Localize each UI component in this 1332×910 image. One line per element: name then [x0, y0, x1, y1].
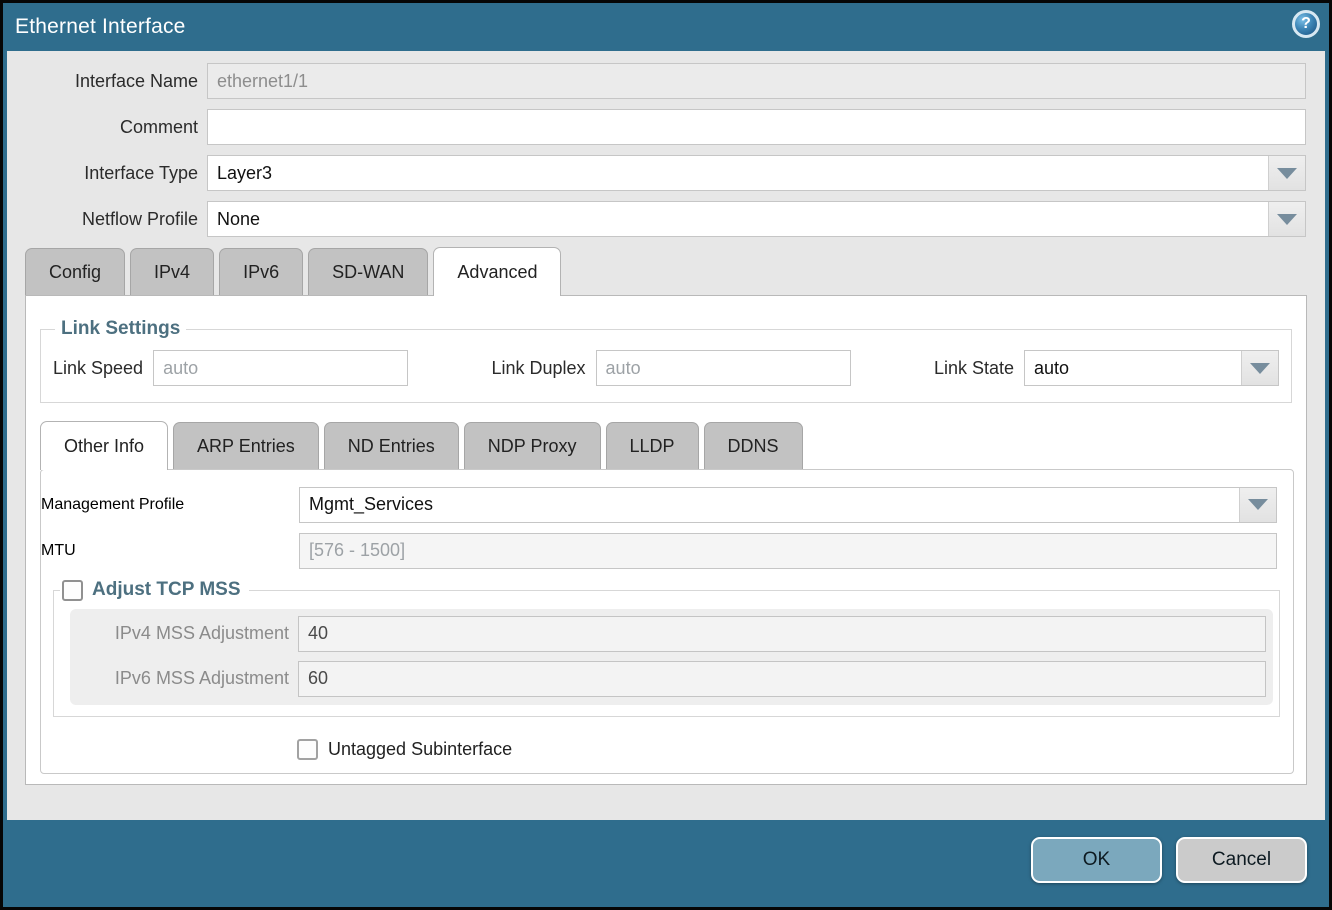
netflow-profile-value: None — [208, 202, 1268, 236]
chevron-down-icon — [1277, 168, 1297, 179]
ipv4-mss-row: IPv4 MSS Adjustment — [70, 616, 1266, 651]
help-icon[interactable]: ? — [1292, 10, 1320, 38]
interface-name-field — [207, 63, 1306, 99]
netflow-profile-select[interactable]: None — [207, 201, 1306, 237]
link-settings-group: Link Settings Link Speed Link Duplex Lin… — [40, 318, 1292, 403]
ipv4-mss-field — [298, 616, 1266, 652]
adjust-tcp-mss-checkbox[interactable] — [62, 580, 83, 601]
link-state-select[interactable]: auto — [1024, 350, 1279, 386]
other-info-panel: Management Profile Mgmt_Services MTU — [40, 469, 1294, 774]
interface-name-label: Interface Name — [7, 71, 207, 92]
link-speed-label: Link Speed — [53, 358, 153, 379]
mss-disabled-box: IPv4 MSS Adjustment IPv6 MSS Adjustment — [70, 609, 1273, 705]
advanced-tab-panel: Link Settings Link Speed Link Duplex Lin… — [25, 295, 1307, 785]
ipv6-mss-row: IPv6 MSS Adjustment — [70, 661, 1266, 696]
management-profile-row: Management Profile Mgmt_Services — [41, 487, 1277, 522]
ipv6-mss-label: IPv6 MSS Adjustment — [70, 668, 298, 689]
tab-advanced[interactable]: Advanced — [433, 247, 561, 296]
link-settings-row: Link Speed Link Duplex Link State auto — [49, 340, 1283, 388]
link-state-dropdown-button[interactable] — [1241, 351, 1278, 385]
link-state-value: auto — [1025, 351, 1241, 385]
ipv4-mss-label: IPv4 MSS Adjustment — [70, 623, 298, 644]
netflow-profile-label: Netflow Profile — [7, 209, 207, 230]
interface-name-row: Interface Name — [7, 63, 1306, 99]
tab-ipv4[interactable]: IPv4 — [130, 248, 214, 295]
tab-config[interactable]: Config — [25, 248, 125, 295]
link-duplex-item: Link Duplex — [491, 350, 850, 386]
cancel-button[interactable]: Cancel — [1176, 837, 1307, 883]
comment-label: Comment — [7, 117, 207, 138]
mtu-field[interactable] — [299, 533, 1277, 569]
tab-nd-entries[interactable]: ND Entries — [324, 422, 459, 469]
link-state-label: Link State — [934, 358, 1024, 379]
mtu-label: MTU — [41, 542, 299, 560]
link-speed-item: Link Speed — [53, 350, 408, 386]
interface-type-dropdown-button[interactable] — [1268, 156, 1305, 190]
untagged-subinterface-label: Untagged Subinterface — [328, 739, 512, 760]
dialog-titlebar: Ethernet Interface ? — [3, 3, 1329, 51]
interface-type-label: Interface Type — [7, 163, 207, 184]
dialog-title: Ethernet Interface — [15, 15, 186, 39]
netflow-profile-dropdown-button[interactable] — [1268, 202, 1305, 236]
tab-ipv6[interactable]: IPv6 — [219, 248, 303, 295]
comment-row: Comment — [7, 109, 1306, 145]
comment-field[interactable] — [207, 109, 1306, 145]
tab-arp-entries[interactable]: ARP Entries — [173, 422, 319, 469]
link-state-item: Link State auto — [934, 350, 1279, 386]
management-profile-dropdown-button[interactable] — [1239, 488, 1276, 522]
ok-button[interactable]: OK — [1031, 837, 1162, 883]
untagged-subinterface-row: Untagged Subinterface — [297, 739, 1293, 760]
chevron-down-icon — [1248, 499, 1268, 510]
mtu-row: MTU — [41, 533, 1277, 568]
primary-tabstrip: Config IPv4 IPv6 SD-WAN Advanced — [7, 247, 1325, 295]
adjust-tcp-mss-legend: Adjust TCP MSS — [60, 579, 249, 601]
adjust-tcp-mss-group: Adjust TCP MSS IPv4 MSS Adjustment IPv6 … — [53, 579, 1280, 717]
tab-lldp[interactable]: LLDP — [606, 422, 699, 469]
ipv6-mss-field — [298, 661, 1266, 697]
tab-sdwan[interactable]: SD-WAN — [308, 248, 428, 295]
tab-other-info[interactable]: Other Info — [40, 421, 168, 470]
netflow-profile-row: Netflow Profile None — [7, 201, 1306, 237]
management-profile-value: Mgmt_Services — [300, 488, 1239, 522]
interface-type-value: Layer3 — [208, 156, 1268, 190]
secondary-tabstrip: Other Info ARP Entries ND Entries NDP Pr… — [26, 421, 1306, 469]
interface-type-row: Interface Type Layer3 — [7, 155, 1306, 191]
chevron-down-icon — [1250, 363, 1270, 374]
chevron-down-icon — [1277, 214, 1297, 225]
untagged-subinterface-checkbox[interactable] — [297, 739, 318, 760]
link-settings-legend: Link Settings — [55, 318, 186, 340]
management-profile-label: Management Profile — [41, 496, 299, 514]
dialog-footer: OK Cancel — [3, 820, 1329, 907]
link-duplex-field[interactable] — [596, 350, 851, 386]
tab-ddns[interactable]: DDNS — [704, 422, 803, 469]
interface-type-select[interactable]: Layer3 — [207, 155, 1306, 191]
adjust-tcp-mss-label: Adjust TCP MSS — [92, 579, 241, 601]
tab-ndp-proxy[interactable]: NDP Proxy — [464, 422, 601, 469]
link-speed-field[interactable] — [153, 350, 408, 386]
ethernet-interface-dialog: Ethernet Interface ? Interface Name Comm… — [0, 0, 1332, 910]
dialog-body: Interface Name Comment Interface Type La… — [7, 51, 1325, 820]
management-profile-select[interactable]: Mgmt_Services — [299, 487, 1277, 523]
link-duplex-label: Link Duplex — [491, 358, 595, 379]
